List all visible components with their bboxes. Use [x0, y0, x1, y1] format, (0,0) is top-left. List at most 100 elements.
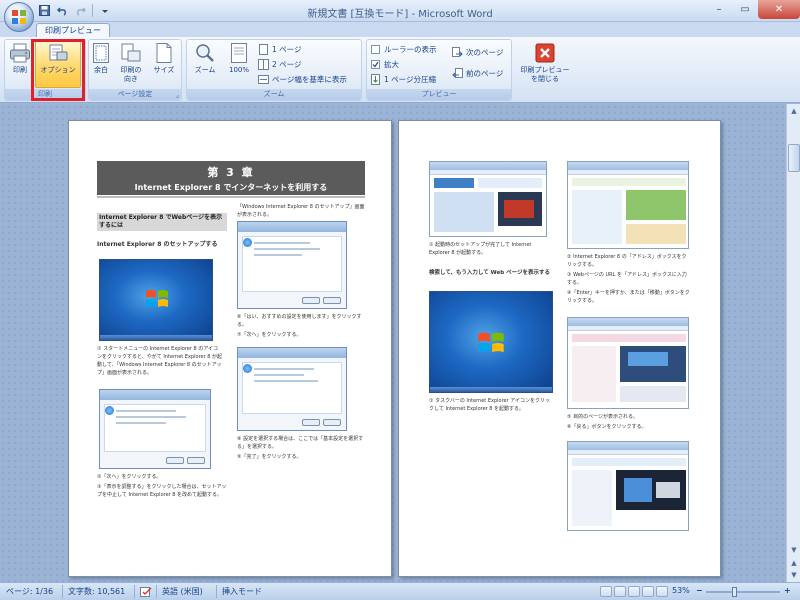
page-width-label: ページ幅を基準に表示 [272, 75, 347, 84]
paper-size-icon [156, 43, 172, 63]
chapter-number: 第 3 章 [207, 166, 255, 179]
scroll-down-icon[interactable]: ▼ [788, 544, 800, 556]
caption-step-next-right: ⑦「次へ」をクリックする。 [237, 332, 302, 338]
caption-step-finish: ⑨「完了」をクリックする。 [237, 454, 302, 460]
zoom-100-button[interactable]: 100% [224, 39, 254, 85]
maximize-button[interactable]: ▭ [732, 0, 758, 19]
caption-step-select: ⑧ 設定を選択する場合は、ここでは「基本設定を選択する」を選択する。 [237, 436, 364, 450]
one-page-button[interactable]: 1 ページ [258, 43, 302, 56]
margins-button[interactable]: 余白 [90, 39, 112, 85]
web-layout-view-icon[interactable] [628, 586, 640, 597]
next-page-scroll-icon[interactable]: ▼ [788, 569, 800, 581]
document-page-1[interactable]: 第 3 章 Internet Explorer 8 でインターネットを利用する … [68, 120, 392, 577]
p2-right3: ④「Enter」キーを押すか、または「移動」ボタンをクリックする。 [567, 290, 690, 304]
title-bar: 新規文書 [互換モード] - Microsoft Word – ▭ ✕ [0, 0, 800, 22]
close-preview-label: 印刷プレビュー を閉じる [520, 66, 570, 83]
zoom-slider-thumb[interactable] [732, 587, 737, 597]
windows-logo-icon [478, 332, 504, 353]
office-button[interactable] [4, 2, 34, 32]
highlight-box [31, 39, 85, 101]
zoom-level[interactable]: 53% [672, 586, 690, 595]
p2-caption1: ① 起動時のセットアップが完了して Internet Explorer 8 が起… [429, 242, 532, 256]
caption-right-top: 「Windows Internet Explorer 8 のセットアップ」画面が… [237, 204, 365, 218]
zoom-button[interactable]: ズーム [190, 39, 220, 85]
language-indicator[interactable]: 英語 (米国) [162, 586, 203, 597]
zoom-slider-track[interactable] [706, 591, 780, 593]
setup-settings-screenshot [237, 347, 347, 431]
zoom-in-button[interactable]: + [784, 586, 791, 595]
magnifier-label: 拡大 [384, 60, 399, 69]
print-layout-view-icon[interactable] [600, 586, 612, 597]
customize-icon[interactable] [98, 4, 111, 17]
zoom-group-label: ズーム [187, 89, 361, 100]
two-pages-icon [258, 59, 269, 70]
ribbon: 印刷 印刷 オプション ページ設定 ⌟ 余白 印刷の 向き サイズ ズーム ズー… [0, 37, 800, 103]
orientation-button[interactable]: 印刷の 向き [114, 39, 148, 85]
size-button-label: サイズ [153, 66, 175, 74]
ie-homepage-screenshot [429, 161, 547, 237]
two-pages-label: 2 ページ [272, 60, 302, 69]
close-button[interactable]: ✕ [758, 0, 800, 19]
draft-view-icon[interactable] [656, 586, 668, 597]
vertical-scrollbar[interactable]: ▲ ▼ ▲ ▼ [786, 104, 800, 582]
outline-view-icon[interactable] [642, 586, 654, 597]
print-button-label: 印刷 [13, 66, 27, 74]
zoom-button-label: ズーム [194, 66, 216, 74]
print-button[interactable]: 印刷 [6, 39, 34, 85]
proofing-icon[interactable] [140, 586, 152, 598]
windows7-taskbar-screenshot [429, 291, 553, 393]
zoom-out-button[interactable]: − [696, 586, 703, 595]
document-page-2[interactable]: ① 起動時のセットアップが完了して Internet Explorer 8 が起… [398, 120, 721, 577]
caption-step1: ① スタートメニューの Internet Explorer 8 のアイコンをクリ… [97, 346, 223, 376]
quick-access-toolbar [38, 4, 111, 17]
two-pages-button[interactable]: 2 ページ [258, 58, 302, 71]
scroll-up-icon[interactable]: ▲ [788, 105, 800, 117]
next-page-button[interactable]: 次のページ [452, 46, 503, 59]
previous-page-scroll-icon[interactable]: ▲ [788, 557, 800, 569]
caption-step-settings: ③「表示を調整する」をクリックした場合は、セットアップを中止して Interne… [97, 484, 227, 498]
ie-back-screenshot [567, 441, 689, 531]
margins-icon [93, 43, 109, 63]
close-preview-icon [535, 43, 555, 63]
setup-dialog-screenshot [99, 389, 211, 469]
dialog-launcher-icon[interactable]: ⌟ [176, 91, 179, 99]
full-screen-view-icon[interactable] [614, 586, 626, 597]
insert-mode-indicator[interactable]: 挿入モード [222, 586, 262, 597]
p2-caption2: ① タスクバーの Internet Explorer アイコンをクリックして I… [429, 398, 551, 412]
page-width-button[interactable]: ページ幅を基準に表示 [258, 73, 347, 86]
windows-logo-icon [146, 290, 168, 307]
shrink-one-page-button[interactable]: 1 ページ分圧縮 [370, 73, 436, 86]
show-ruler-checkbox[interactable]: ルーラーの表示 [370, 43, 437, 56]
shrink-one-page-label: 1 ページ分圧縮 [384, 75, 437, 84]
window-title: 新規文書 [互換モード] - Microsoft Word [307, 9, 493, 20]
windows7-desktop-screenshot [99, 259, 213, 341]
toolbar-separator [92, 4, 93, 17]
preview-group-label: プレビュー [367, 89, 511, 100]
close-preview-button[interactable]: 印刷プレビュー を閉じる [516, 39, 574, 85]
chapter-banner: 第 3 章 Internet Explorer 8 でインターネットを利用する [97, 161, 365, 195]
minimize-button[interactable]: – [706, 0, 732, 19]
previous-page-label: 前のページ [466, 69, 504, 78]
previous-page-button[interactable]: 前のページ [452, 67, 503, 80]
margins-button-label: 余白 [94, 66, 108, 74]
tab-print-preview[interactable]: 印刷プレビュー [36, 23, 110, 37]
next-page-label: 次のページ [466, 48, 504, 57]
chapter-subtitle: Internet Explorer 8 でインターネットを利用する [134, 183, 328, 192]
page-100-icon [231, 43, 247, 63]
scroll-thumb[interactable] [788, 144, 800, 172]
redo-icon[interactable] [74, 4, 87, 17]
save-icon[interactable] [38, 4, 51, 17]
previous-page-icon [452, 68, 463, 79]
show-ruler-label: ルーラーの表示 [384, 45, 437, 54]
magnifier-checkbox[interactable]: 拡大 [370, 58, 399, 71]
size-button[interactable]: サイズ [150, 39, 178, 85]
orientation-button-label: 印刷の 向き [120, 66, 142, 83]
page-count[interactable]: ページ: 1/36 [6, 586, 53, 597]
setup-welcome-screenshot [237, 221, 347, 309]
caption-step-next-left: ②「次へ」をクリックする。 [97, 474, 162, 480]
msn-page-screenshot [567, 317, 689, 409]
undo-icon[interactable] [56, 4, 69, 17]
status-bar: ページ: 1/36 文字数: 10,561 英語 (米国) 挿入モード 53% … [0, 582, 800, 600]
word-count[interactable]: 文字数: 10,561 [68, 586, 125, 597]
one-page-icon [258, 44, 269, 55]
